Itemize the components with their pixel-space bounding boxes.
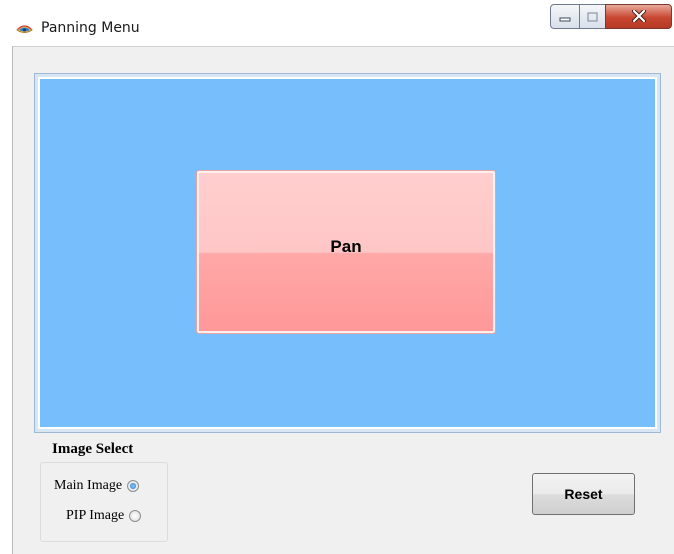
main-image-option[interactable]: Main Image xyxy=(54,478,140,494)
pip-image-radio[interactable] xyxy=(129,510,142,522)
minimize-button[interactable] xyxy=(550,4,580,29)
maximize-button[interactable] xyxy=(579,4,606,29)
minimize-icon xyxy=(559,7,571,26)
reset-button[interactable]: Reset xyxy=(532,473,635,515)
maximize-icon xyxy=(587,7,598,26)
window-controls xyxy=(550,4,672,31)
image-select-group xyxy=(40,462,168,542)
pip-image-option[interactable]: PIP Image xyxy=(66,508,142,524)
eye-icon xyxy=(16,21,33,34)
window-title: Panning Menu xyxy=(41,20,140,36)
title-bar[interactable]: Panning Menu xyxy=(0,0,674,46)
image-select-title: Image Select xyxy=(52,441,134,457)
main-image-radio[interactable] xyxy=(127,480,140,492)
pip-image-label: PIP Image xyxy=(66,508,125,523)
panning-menu-window: Panning Menu Pan Image Select Main Image… xyxy=(0,0,674,554)
close-icon xyxy=(631,7,646,26)
pan-button-label: Pan xyxy=(330,237,362,256)
pan-button[interactable]: Pan xyxy=(196,170,496,334)
main-image-label: Main Image xyxy=(54,478,123,493)
close-button[interactable] xyxy=(605,4,672,29)
